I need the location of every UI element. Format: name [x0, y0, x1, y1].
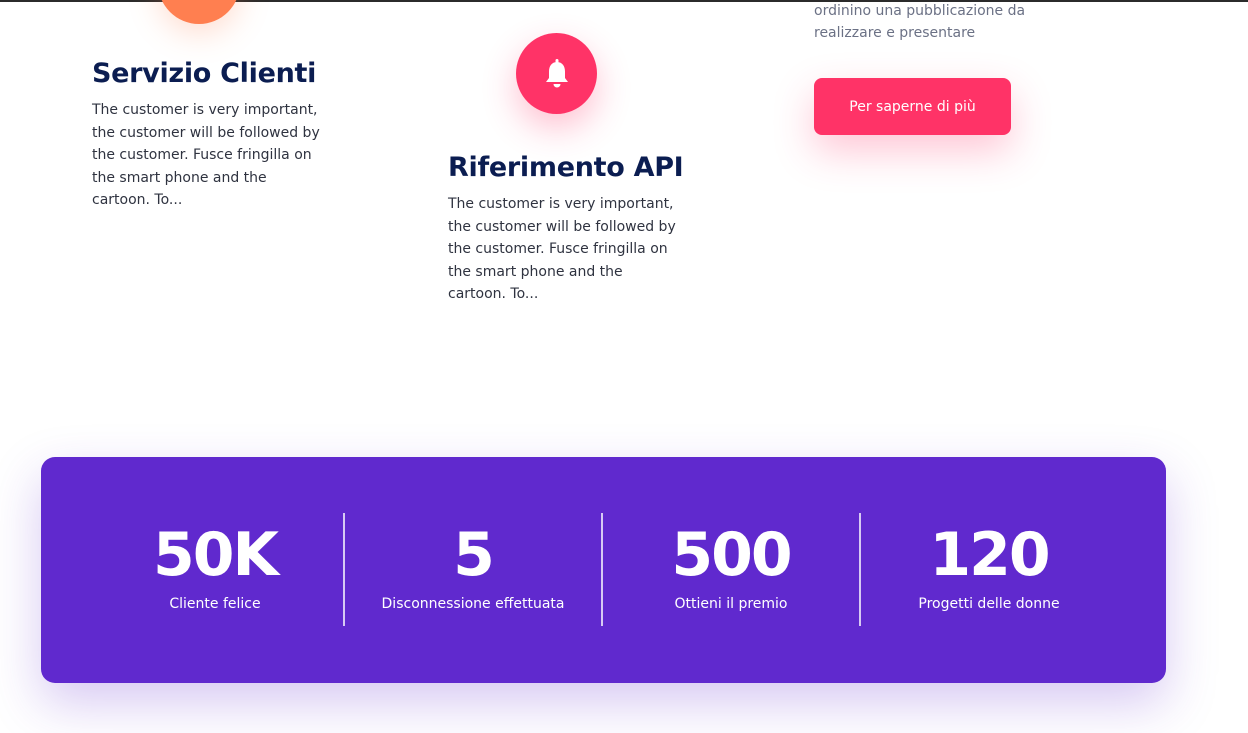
stat-projects: 120 Progetti delle donne: [860, 457, 1118, 683]
feature-text-api-reference: The customer is very important, the cust…: [448, 196, 676, 302]
feature-title-api-reference: Riferimento API: [448, 152, 684, 183]
stat-value: 120: [929, 520, 1050, 590]
stat-happy-clients: 50K Cliente felice: [86, 457, 344, 683]
stat-value: 50K: [153, 520, 279, 590]
page: Servizio Clienti The customer is very im…: [0, 0, 1248, 733]
bell-glyph: [545, 58, 568, 87]
stat-value: 5: [453, 520, 495, 590]
feature-title-customer-service: Servizio Clienti: [92, 58, 317, 89]
stat-label: Progetti delle donne: [918, 596, 1060, 612]
learn-more-button[interactable]: Per saperne di più: [814, 78, 1011, 135]
stat-awards: 500 Ottieni il premio: [602, 457, 860, 683]
stat-label: Cliente felice: [169, 596, 261, 612]
stat-disconnections: 5 Disconnessione effettuata: [344, 457, 602, 683]
cta-description: ordinino una pubblicazione da realizzare…: [814, 3, 1026, 41]
stat-label: Ottieni il premio: [674, 596, 788, 612]
stat-label: Disconnessione effettuata: [381, 596, 565, 612]
stat-value: 500: [671, 520, 792, 590]
stats-panel: 50K Cliente felice 5 Disconnessione effe…: [41, 457, 1166, 683]
customer-service-icon: [158, 0, 240, 24]
bell-icon: [516, 33, 597, 114]
feature-text-customer-service: The customer is very important, the cust…: [92, 102, 320, 208]
